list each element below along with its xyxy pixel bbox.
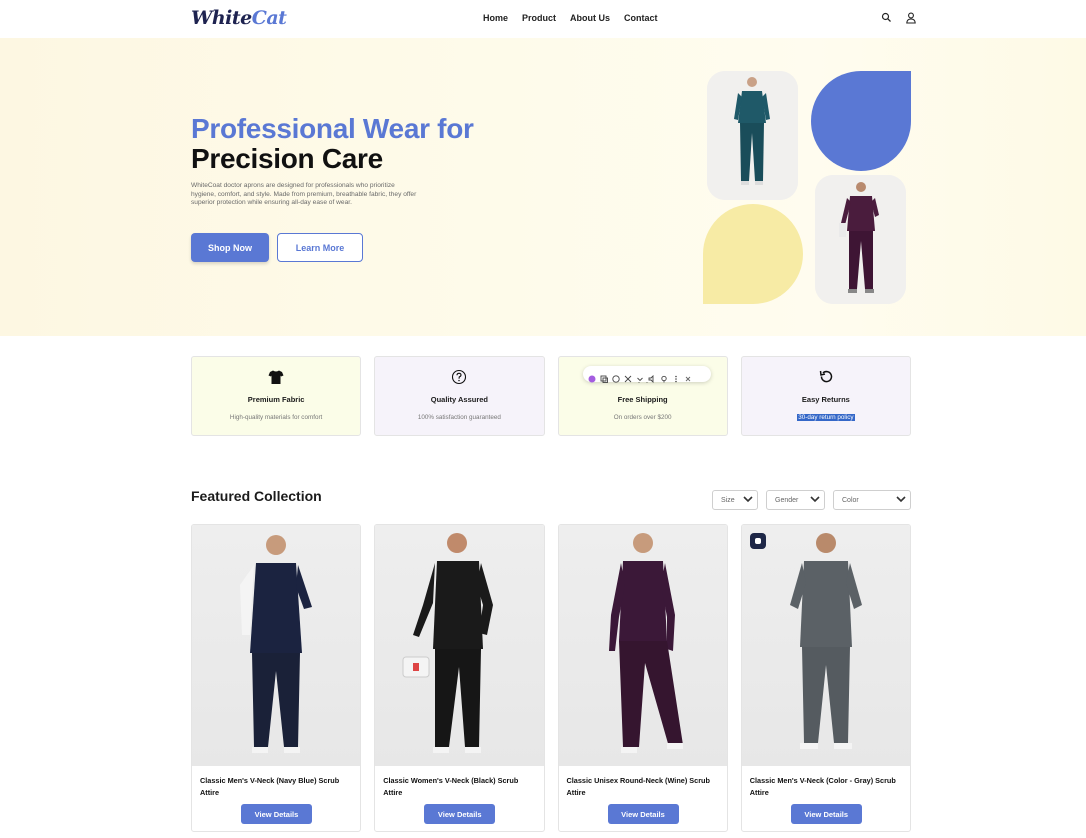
tshirt-icon	[268, 369, 284, 385]
product-name: Classic Women's V-Neck (Black) Scrub Att…	[383, 776, 519, 797]
size-filter-label: Size	[721, 496, 735, 504]
floating-extension-toolbar	[583, 366, 711, 384]
feature-title: Quality Assured	[430, 395, 488, 404]
product-badge-icon[interactable]	[749, 533, 766, 549]
product-name: Classic Men's V-Neck (Navy Blue) Scrub A…	[200, 776, 340, 797]
feature-subtitle: High-quality materials for comfort	[229, 414, 323, 421]
view-details-button[interactable]: View Details	[241, 804, 312, 824]
hero-decor-blue-shape	[811, 71, 911, 171]
product-image[interactable]	[741, 525, 910, 766]
brand-logo[interactable]: WhiteCat	[191, 7, 287, 29]
chevron-down-icon	[743, 495, 753, 505]
gender-filter-label: Gender	[775, 496, 799, 504]
hero-title-line1: Professional Wear for	[191, 113, 474, 144]
copy-icon[interactable]	[600, 370, 608, 383]
product-name: Classic Unisex Round-Neck (Wine) Scrub A…	[566, 776, 710, 797]
learn-more-button[interactable]: Learn More	[277, 233, 363, 262]
feature-card-premium-fabric: Premium Fabric High-quality materials fo…	[191, 356, 362, 436]
main-menu: Home Product About Us Contact	[483, 13, 658, 23]
feature-subtitle: On orders over $200	[613, 414, 672, 421]
hero-description: WhiteCoat doctor aprons are designed for…	[191, 182, 417, 207]
close-icon[interactable]	[684, 370, 692, 382]
color-filter-select[interactable]: Color	[833, 490, 911, 510]
question-circle-icon	[451, 369, 467, 385]
feature-card-quality-assured: Quality Assured 100% satisfaction guaran…	[374, 356, 545, 436]
feature-subtitle: 100% satisfaction guaranteed	[417, 414, 501, 421]
selected-text: 30-day return policy	[797, 414, 855, 421]
nav-home-link[interactable]: Home	[483, 13, 508, 23]
size-filter-select[interactable]: Size	[712, 490, 758, 510]
product-grid: Classic Men's V-Neck (Navy Blue) Scrub A…	[191, 524, 911, 832]
chevron-down-icon	[810, 495, 820, 505]
hero-model-image-wine	[815, 175, 906, 304]
more-options-icon[interactable]	[672, 370, 680, 383]
brand-logo-part1: White	[191, 7, 252, 29]
nav-icons	[880, 11, 918, 25]
feature-title: Premium Fabric	[247, 395, 305, 404]
hero-section: Professional Wear for Precision Care Whi…	[0, 38, 1086, 336]
product-name: Classic Men's V-Neck (Color - Gray) Scru…	[749, 776, 896, 797]
product-card[interactable]: Classic Women's V-Neck (Black) Scrub Att…	[374, 524, 545, 832]
filter-bar: Size Gender Color	[712, 490, 911, 510]
search-icon[interactable]	[880, 11, 894, 25]
gender-filter-select[interactable]: Gender	[766, 490, 825, 510]
feature-title: Easy Returns	[801, 395, 850, 404]
feature-title: Free Shipping	[617, 395, 668, 404]
product-card[interactable]: Classic Men's V-Neck (Color - Gray) Scru…	[740, 524, 911, 832]
nav-contact-link[interactable]: Contact	[624, 13, 658, 23]
translate-icon[interactable]	[624, 370, 632, 383]
product-image[interactable]	[558, 525, 727, 766]
pin-icon[interactable]	[660, 370, 668, 383]
hero-model-image-teal	[707, 71, 798, 200]
shop-now-button[interactable]: Shop Now	[191, 233, 269, 262]
speaker-icon[interactable]	[648, 370, 656, 384]
view-details-button[interactable]: View Details	[790, 804, 862, 824]
hero-decor-yellow-shape	[703, 204, 803, 304]
view-details-button[interactable]: View Details	[607, 804, 679, 824]
color-filter-label: Color	[842, 496, 859, 504]
chevron-down-icon	[896, 495, 906, 505]
product-image[interactable]	[192, 525, 361, 766]
nav-product-link[interactable]: Product	[522, 13, 556, 23]
brand-logo-part2: Cat	[251, 7, 287, 29]
chevron-down-icon[interactable]	[636, 370, 644, 382]
product-image[interactable]	[375, 525, 544, 766]
feature-subtitle: 30-day return policy	[742, 414, 910, 421]
top-navbar: WhiteCat Home Product About Us Contact	[0, 0, 1086, 38]
hero-title-line2: Precision Care	[191, 143, 383, 174]
features-row: Premium Fabric High-quality materials fo…	[191, 356, 911, 436]
nav-about-link[interactable]: About Us	[570, 13, 610, 23]
view-details-button[interactable]: View Details	[424, 804, 496, 824]
featured-collection-title: Featured Collection	[191, 488, 322, 504]
extension-logo-icon[interactable]	[588, 370, 596, 383]
user-icon[interactable]	[904, 11, 918, 25]
return-icon	[818, 369, 834, 385]
feature-card-easy-returns: Easy Returns 30-day return policy	[740, 356, 911, 436]
product-card[interactable]: Classic Men's V-Neck (Navy Blue) Scrub A…	[191, 524, 362, 832]
hero-title: Professional Wear for Precision Care	[191, 114, 474, 174]
chat-icon[interactable]	[612, 370, 620, 383]
product-card[interactable]: Classic Unisex Round-Neck (Wine) Scrub A…	[557, 524, 728, 832]
